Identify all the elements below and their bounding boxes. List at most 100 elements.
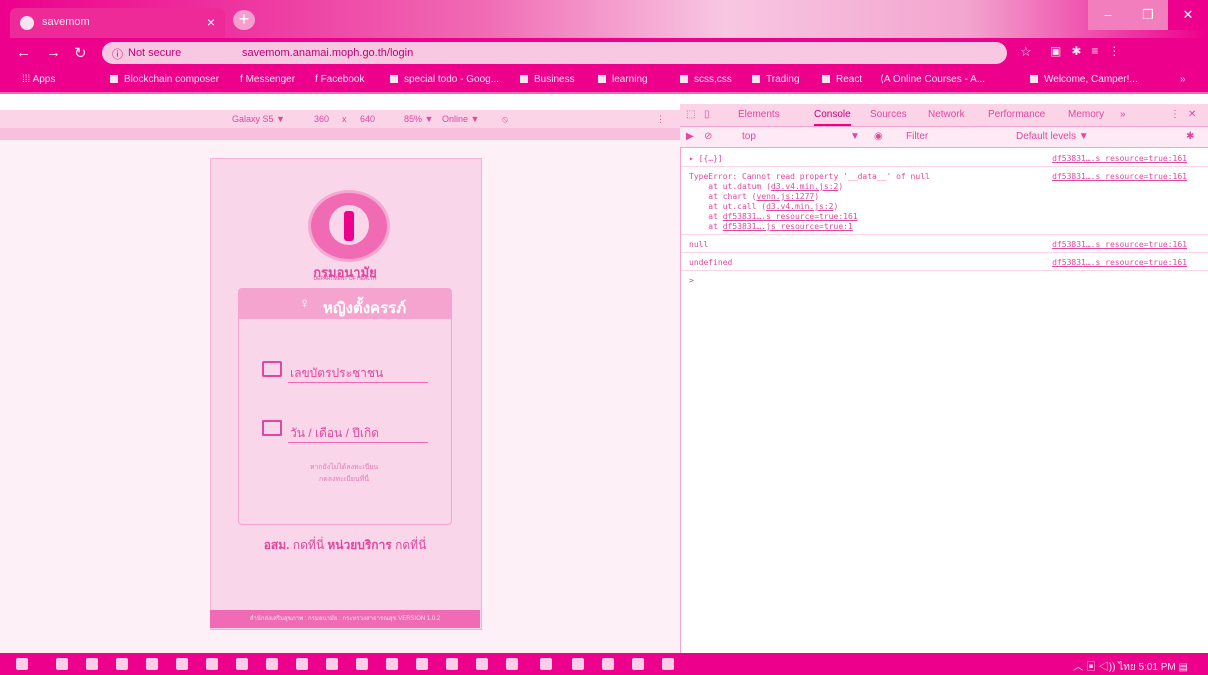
clear-console-icon[interactable]: ⊘	[704, 131, 712, 142]
console-separator	[681, 270, 1208, 271]
taskbar-app-icon[interactable]	[206, 658, 218, 670]
rotate-icon[interactable]: ⦸	[502, 114, 508, 125]
device-mode-icon[interactable]: ▯	[704, 109, 710, 120]
chrome-taskbar-icon[interactable]	[540, 658, 552, 670]
forward-icon[interactable]: →	[46, 44, 61, 61]
bookmark-item[interactable]: special todo - Goog...	[390, 74, 499, 85]
inspect-icon[interactable]: ⬚	[686, 109, 695, 120]
tab-network[interactable]: Network	[928, 109, 965, 120]
taskbar-app-icon[interactable]	[116, 658, 128, 670]
tab-performance[interactable]: Performance	[988, 109, 1045, 120]
stack-link[interactable]: df53831….js_resource=true:1	[723, 222, 853, 231]
more-options-icon[interactable]: ⋮	[656, 114, 665, 125]
close-window-icon[interactable]: ✕	[1168, 0, 1208, 30]
service-unit-link[interactable]: กดที่นี่	[395, 538, 426, 552]
zoom-select[interactable]: 85% ▼	[404, 114, 433, 124]
viewport-height[interactable]: 640	[360, 114, 375, 124]
bookmark-item[interactable]: learning	[598, 74, 648, 85]
stack-link[interactable]: d3.v4.min.js:2	[766, 202, 833, 211]
minimize-icon[interactable]: –	[1088, 0, 1128, 30]
reload-icon[interactable]: ↻	[74, 44, 87, 62]
browser-tab[interactable]: savemom ×	[10, 8, 225, 38]
bookmark-item[interactable]: Blockchain composer	[110, 74, 219, 85]
birthdate-input[interactable]: วัน / เดือน / ปีเกิด	[290, 424, 379, 443]
taskbar-app-icon[interactable]	[416, 658, 428, 670]
close-devtools-icon[interactable]: ✕	[1188, 109, 1196, 120]
network-icon[interactable]: ▣	[1086, 662, 1096, 673]
osm-link[interactable]: กดที่นี่	[293, 538, 324, 552]
taskbar-app-icon[interactable]	[56, 658, 68, 670]
console-log-object[interactable]: ▸ [{…}]	[689, 154, 723, 163]
taskbar-app-icon[interactable]	[572, 658, 584, 670]
extension-icons[interactable]: ▣✱≡⋮	[1050, 44, 1130, 58]
console-source-link[interactable]: df53831….s_resource=true:161	[1052, 258, 1187, 267]
bookmark-item[interactable]: Trading	[752, 74, 800, 85]
taskbar-app-icon[interactable]	[326, 658, 338, 670]
taskbar-app-icon[interactable]	[632, 658, 644, 670]
tab-memory[interactable]: Memory	[1068, 109, 1104, 120]
back-icon[interactable]: ←	[16, 44, 31, 61]
viewport-width[interactable]: 360	[314, 114, 329, 124]
context-select[interactable]: top	[742, 131, 756, 142]
taskbar-app-icon[interactable]	[476, 658, 488, 670]
language-indicator[interactable]: ไทย	[1118, 662, 1135, 673]
taskbar-app-icon[interactable]	[236, 658, 248, 670]
log-levels-select[interactable]: Default levels ▼	[1016, 131, 1089, 142]
bookmark-item[interactable]: f Messenger	[240, 74, 295, 85]
taskbar-app-icon[interactable]	[386, 658, 398, 670]
taskbar-app-icon[interactable]	[146, 658, 158, 670]
bookmark-star-icon[interactable]: ☆	[1020, 44, 1032, 60]
bookmark-item[interactable]: Business	[520, 74, 575, 85]
info-icon[interactable]: ⓘ	[112, 46, 123, 62]
clock[interactable]: 5:01 PM	[1139, 662, 1176, 673]
register-link[interactable]: กดลงทะเบียนที่นี่	[238, 474, 450, 485]
volume-icon[interactable]: ◁))	[1099, 662, 1116, 673]
taskbar-app-icon[interactable]	[296, 658, 308, 670]
bookmark-item[interactable]: React	[822, 74, 862, 85]
tab-sources[interactable]: Sources	[870, 109, 907, 120]
address-bar[interactable]: ⓘ Not secure savemom.anamai.moph.go.th/l…	[102, 42, 1007, 64]
settings-icon[interactable]	[662, 658, 674, 670]
bookmark-item[interactable]: Welcome, Camper!...	[1030, 74, 1138, 85]
console-source-link[interactable]: df53831….s_resource=true:161	[1052, 172, 1187, 181]
eye-icon[interactable]: ◉	[874, 131, 883, 142]
notifications-icon[interactable]: ▤	[1179, 662, 1188, 673]
stack-link[interactable]: df53831….s_resource=true:161	[723, 212, 858, 221]
console-source-link[interactable]: df53831….s_resource=true:161	[1052, 154, 1187, 163]
taskbar-app-icon[interactable]	[266, 658, 278, 670]
bookmark-item[interactable]: scss,css	[680, 74, 732, 85]
device-select[interactable]: Galaxy S5 ▼	[232, 114, 285, 124]
restore-icon[interactable]: ❐	[1128, 0, 1168, 30]
taskbar-app-icon[interactable]	[446, 658, 458, 670]
context-dropdown-icon[interactable]: ▼	[850, 131, 860, 142]
network-select[interactable]: Online ▼	[442, 114, 479, 124]
taskbar-app-icon[interactable]	[86, 658, 98, 670]
filter-input[interactable]: Filter	[906, 131, 928, 142]
start-icon[interactable]	[16, 658, 28, 670]
url-text[interactable]: savemom.anamai.moph.go.th/login	[242, 47, 413, 59]
sidebar-toggle-icon[interactable]: ▶	[686, 131, 694, 142]
taskbar-app-icon[interactable]	[602, 658, 614, 670]
console-settings-icon[interactable]: ✱	[1186, 131, 1194, 142]
close-tab-icon[interactable]: ×	[207, 14, 215, 30]
more-tabs-icon[interactable]: »	[1120, 109, 1126, 120]
new-tab-button[interactable]: +	[233, 10, 255, 30]
taskbar-app-icon[interactable]	[506, 658, 518, 670]
birthdate-input-underline	[288, 442, 428, 443]
tab-console[interactable]: Console	[814, 109, 851, 126]
taskbar-app-icon[interactable]	[176, 658, 188, 670]
tray-arrow-icon[interactable]: ︿	[1073, 662, 1083, 673]
devtools-menu-icon[interactable]: ⋮	[1170, 109, 1180, 120]
bookmark-item[interactable]: f Facebook	[315, 74, 364, 85]
console-source-link[interactable]: df53831….s_resource=true:161	[1052, 240, 1187, 249]
bookmark-item[interactable]: ⟨A Online Courses - A...	[880, 74, 985, 85]
taskbar-app-icon[interactable]	[356, 658, 368, 670]
id-number-input[interactable]: เลขบัตรประชาชน	[290, 364, 383, 383]
more-bookmarks-icon[interactable]: »	[1180, 74, 1186, 85]
tab-elements[interactable]: Elements	[738, 109, 780, 120]
stack-link[interactable]: d3.v4.min.js:2	[771, 182, 838, 191]
stack-link[interactable]: venn.js:1277	[756, 192, 814, 201]
service-unit-label: หน่วยบริการ	[327, 538, 392, 552]
bookmark-apps[interactable]: ⁞⁞⁞ Apps	[22, 74, 55, 85]
console-prompt[interactable]: >	[689, 276, 694, 285]
